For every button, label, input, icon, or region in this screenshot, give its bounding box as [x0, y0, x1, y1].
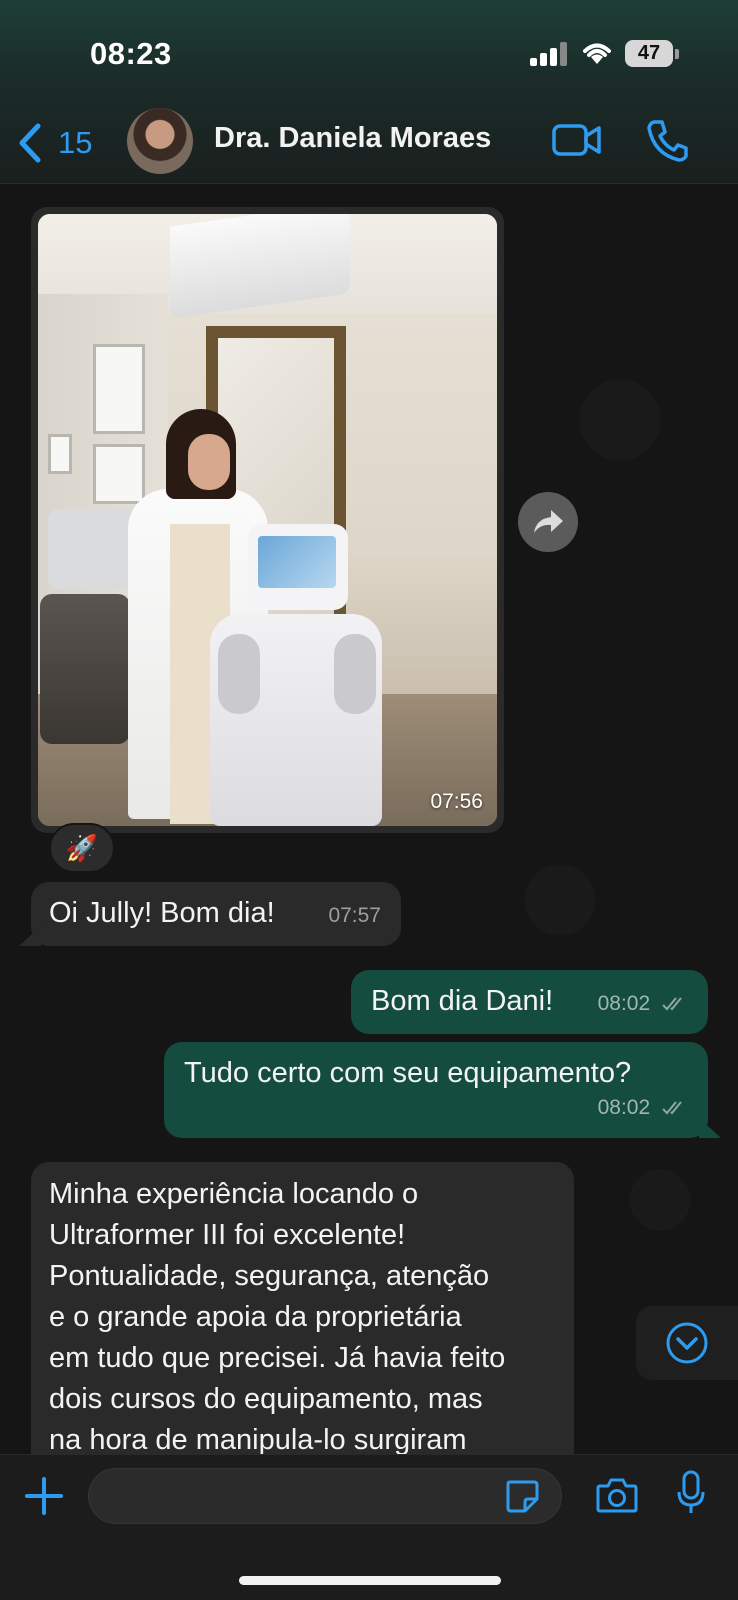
contact-avatar[interactable] [127, 108, 193, 174]
status-time: 08:23 [90, 36, 172, 71]
plus-icon[interactable] [24, 1476, 64, 1516]
image-message[interactable]: 07:56 [31, 207, 504, 833]
message-bubble-outgoing[interactable]: Bom dia Dani! 08:02 [351, 970, 708, 1034]
message-text: Bom dia Dani! [371, 985, 554, 1017]
sticker-icon[interactable] [504, 1478, 540, 1514]
phone-icon[interactable] [646, 118, 688, 162]
microphone-icon[interactable] [676, 1470, 706, 1516]
office-chair [40, 594, 130, 744]
message-text: Tudo certo com seu equipamento? [184, 1057, 632, 1089]
rocket-emoji: 🚀 [65, 832, 99, 863]
home-indicator[interactable] [239, 1576, 501, 1585]
message-line: Minha experiência locando o [49, 1178, 419, 1210]
message-text: Oi Jully! Bom dia! [49, 897, 275, 929]
message-time: 07:57 [328, 904, 381, 927]
message-time: 08:02 [597, 992, 651, 1015]
share-arrow-icon [534, 510, 563, 533]
clinic-photo: 07:56 [38, 214, 497, 826]
message-time: 08:02 [597, 1096, 651, 1119]
message-time: 07:56 [430, 790, 483, 813]
forward-button[interactable] [518, 492, 578, 552]
video-camera-icon[interactable] [552, 122, 602, 158]
chevron-down-circle-icon [666, 1322, 708, 1364]
chat-header: 08:23 47 15 Dra. Daniela Moraes [0, 0, 738, 184]
unread-count: 15 [58, 125, 93, 160]
battery-icon: 47 [625, 40, 673, 67]
message-line: Ultraformer III foi excelente! [49, 1219, 406, 1251]
message-bubble-incoming[interactable]: Oi Jully! Bom dia! 07:57 [31, 882, 401, 946]
scroll-to-bottom-button[interactable] [636, 1306, 738, 1380]
message-reaction[interactable]: 🚀 [49, 823, 115, 873]
cellular-signal-icon [530, 42, 570, 66]
message-bubble-outgoing[interactable]: Tudo certo com seu equipamento? 08:02 [164, 1042, 708, 1138]
contact-name[interactable]: Dra. Daniela Moraes [214, 122, 491, 155]
battery-tip [675, 49, 679, 59]
message-line: e o grande apoia da proprietária [49, 1301, 462, 1333]
read-receipt-icon [662, 997, 682, 1011]
message-input[interactable] [88, 1468, 562, 1524]
message-line: em tudo que precisei. Já havia feito [49, 1342, 506, 1374]
camera-icon[interactable] [596, 1476, 638, 1514]
read-receipt-icon [662, 1101, 682, 1115]
message-bubble-incoming[interactable]: Minha experiência locando o Ultraformer … [31, 1162, 574, 1492]
chevron-left-icon [19, 123, 41, 163]
message-line: Pontualidade, segurança, atenção [49, 1260, 490, 1292]
wifi-icon [583, 43, 611, 64]
message-line: dois cursos do equipamento, mas [49, 1383, 483, 1415]
back-button[interactable]: 15 [14, 118, 92, 168]
